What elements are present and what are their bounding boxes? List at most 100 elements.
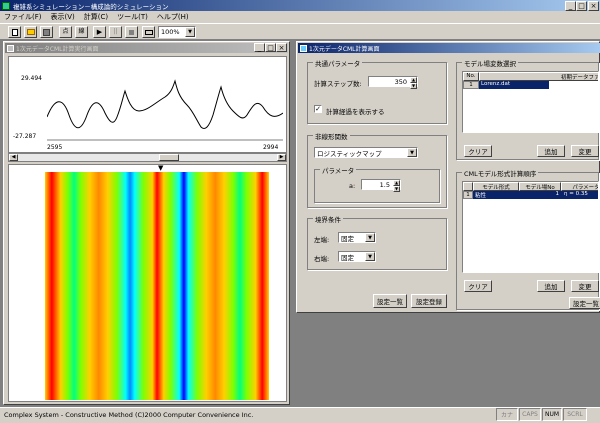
row-no: 1 xyxy=(463,81,479,89)
new-icon[interactable] xyxy=(8,26,21,38)
cml-order-add-button[interactable]: 追加 xyxy=(537,280,565,292)
app-title: 複雑系シミュレーション－構成論的シミュレーション xyxy=(13,2,169,11)
scroll-left-button[interactable]: ◀ xyxy=(9,154,18,161)
parameter-label: パラメータ xyxy=(320,165,357,175)
step-count-stepper[interactable]: ▲ ▼ xyxy=(410,77,417,89)
nonlinear-group: 非線形関数 ロジスティックマップ ▼ パラメータ a: 1.5 ▲ ▼ xyxy=(307,131,447,208)
left-end-label: 左端: xyxy=(314,236,330,244)
cml-settings-titlebar: 1次元データCML計算画面 xyxy=(298,43,600,53)
row-model-no: 1 xyxy=(555,191,560,197)
y-min-label: -27.287 xyxy=(13,133,37,140)
step-icon[interactable]: 点 xyxy=(59,26,72,38)
chevron-down-icon[interactable]: ▼ xyxy=(393,186,400,192)
model-init-group: モデル場変数選択 No. 初期データファイル名 1 Lorenz.dat クリア… xyxy=(456,58,599,160)
minimize-button[interactable]: _ xyxy=(565,1,576,11)
close-button[interactable]: × xyxy=(276,43,287,52)
cml-order-settings-button[interactable]: 設定一覧 xyxy=(569,297,600,309)
chevron-down-icon[interactable]: ▼ xyxy=(185,27,195,37)
header-filename: 初期データファイル名 xyxy=(479,72,598,81)
minimize-button[interactable]: _ xyxy=(254,43,265,52)
window-icon xyxy=(300,44,307,52)
chevron-down-icon[interactable]: ▼ xyxy=(407,148,417,157)
model-init-table[interactable]: No. 初期データファイル名 1 Lorenz.dat xyxy=(462,71,599,133)
nonlinear-label: 非線形関数 xyxy=(313,131,350,141)
common-params-group: 共通パラメータ 計算ステップ数: 350 ▲ ▼ ✓ 計算経過を表示する xyxy=(307,58,447,124)
parameter-group: パラメータ a: 1.5 ▲ ▼ xyxy=(314,165,440,203)
show-progress-checkbox[interactable]: ✓ xyxy=(314,105,322,113)
header-index xyxy=(463,182,473,191)
grid-icon[interactable]: 線 xyxy=(75,26,88,38)
settings-list-button[interactable]: 設定一覧 xyxy=(373,294,407,308)
cml-run-window: 1次元データCML計算実行画面 _ □ × 29.494 -27.287 259… xyxy=(3,41,290,405)
cml-heatmap xyxy=(45,172,269,400)
y-max-label: 29.494 xyxy=(21,75,42,82)
zoom-select[interactable]: 100% ▼ xyxy=(158,26,196,38)
kana-indicator: カナ xyxy=(496,408,518,421)
maximize-button[interactable]: □ xyxy=(265,43,276,52)
chevron-down-icon[interactable]: ▼ xyxy=(365,233,375,242)
plot-scrollbar[interactable]: ◀ ▶ xyxy=(8,153,287,162)
model-init-clear-button[interactable]: クリア xyxy=(464,145,492,157)
cml-order-table[interactable]: モデル形式 モデル場No パラメータ 1 粘性 1 η = 0.35 xyxy=(462,181,599,273)
a-label: a: xyxy=(349,182,356,190)
row-filename: Lorenz.dat xyxy=(479,81,549,89)
model-init-label: モデル場変数選択 xyxy=(462,58,518,68)
header-model-type: モデル形式 xyxy=(473,182,519,191)
table-row[interactable]: 1 粘性 1 η = 0.35 xyxy=(463,191,598,199)
menu-file[interactable]: ファイル(F) xyxy=(4,12,42,22)
app-icon xyxy=(2,1,10,10)
a-stepper[interactable]: ▲ ▼ xyxy=(393,180,400,192)
menu-bar: ファイル(F) 表示(V) 計算(C) ツール(T) ヘルプ(H) xyxy=(0,11,600,23)
waveform-plot: 29.494 -27.287 2595 2994 xyxy=(8,56,287,153)
menu-view[interactable]: 表示(V) xyxy=(51,12,75,22)
scroll-right-button[interactable]: ▶ xyxy=(277,154,286,161)
cml-run-title: 1次元データCML計算実行画面 xyxy=(16,45,99,53)
table-header: No. 初期データファイル名 xyxy=(463,72,598,81)
right-end-select[interactable]: 固定 ▼ xyxy=(338,251,376,262)
position-marker-icon[interactable]: ▼ xyxy=(158,165,163,172)
right-end-label: 右端: xyxy=(314,255,330,263)
table-row[interactable]: 1 Lorenz.dat xyxy=(463,81,598,89)
toolbar: 点 線 ▶ || 100% ▼ xyxy=(0,23,600,40)
table-header: モデル形式 モデル場No パラメータ xyxy=(463,182,598,191)
menu-help[interactable]: ヘルプ(H) xyxy=(157,12,189,22)
pause-icon[interactable]: || xyxy=(109,26,122,38)
cml-settings-title: 1次元データCML計算画面 xyxy=(309,45,380,53)
common-params-label: 共通パラメータ xyxy=(313,58,363,68)
show-progress-label: 計算経過を表示する xyxy=(326,108,385,116)
step-count-input[interactable]: 350 ▲ ▼ xyxy=(368,76,418,89)
boundary-label: 境界条件 xyxy=(313,214,343,224)
nonlinear-function-select[interactable]: ロジスティックマップ ▼ xyxy=(314,147,418,158)
scroll-thumb[interactable] xyxy=(159,154,179,161)
cml-order-label: CMLモデル形式計算順序 xyxy=(462,168,539,178)
maximize-button[interactable]: □ xyxy=(576,1,587,11)
num-indicator: NUM xyxy=(542,408,562,421)
boundary-group: 境界条件 左端: 固定 ▼ 右端: 固定 ▼ xyxy=(307,214,447,270)
scrl-indicator: SCRL xyxy=(563,408,587,421)
header-parameter: パラメータ xyxy=(561,182,598,191)
save-icon[interactable] xyxy=(40,26,53,38)
settings-register-button[interactable]: 設定登録 xyxy=(411,294,447,308)
menu-tools[interactable]: ツール(T) xyxy=(117,12,148,22)
cml-order-clear-button[interactable]: クリア xyxy=(464,280,492,292)
run-icon[interactable]: ▶ xyxy=(93,26,106,38)
statusbar-text: Complex System - Constructive Method (C)… xyxy=(4,411,254,419)
cml-settings-window: 1次元データCML計算画面 共通パラメータ 計算ステップ数: 350 ▲ ▼ ✓ … xyxy=(296,41,600,313)
print-icon[interactable] xyxy=(142,26,155,38)
header-no: No. xyxy=(463,72,479,81)
open-icon[interactable] xyxy=(24,26,37,38)
heatmap-panel: ▼ xyxy=(8,164,287,402)
model-init-change-button[interactable]: 変更 xyxy=(571,145,599,157)
app-titlebar: 複雑系シミュレーション－構成論的シミュレーション _ □ × xyxy=(0,0,600,11)
left-end-select[interactable]: 固定 ▼ xyxy=(338,232,376,243)
chevron-down-icon[interactable]: ▼ xyxy=(410,83,417,89)
cml-order-change-button[interactable]: 変更 xyxy=(571,280,599,292)
model-init-add-button[interactable]: 追加 xyxy=(537,145,565,157)
close-button[interactable]: × xyxy=(588,1,599,11)
step-count-label: 計算ステップ数: xyxy=(314,80,362,88)
chevron-down-icon[interactable]: ▼ xyxy=(365,252,375,261)
menu-calc[interactable]: 計算(C) xyxy=(84,12,108,22)
a-input[interactable]: 1.5 ▲ ▼ xyxy=(361,179,401,192)
row-index: 1 xyxy=(463,191,473,199)
stop-icon[interactable] xyxy=(125,26,138,38)
